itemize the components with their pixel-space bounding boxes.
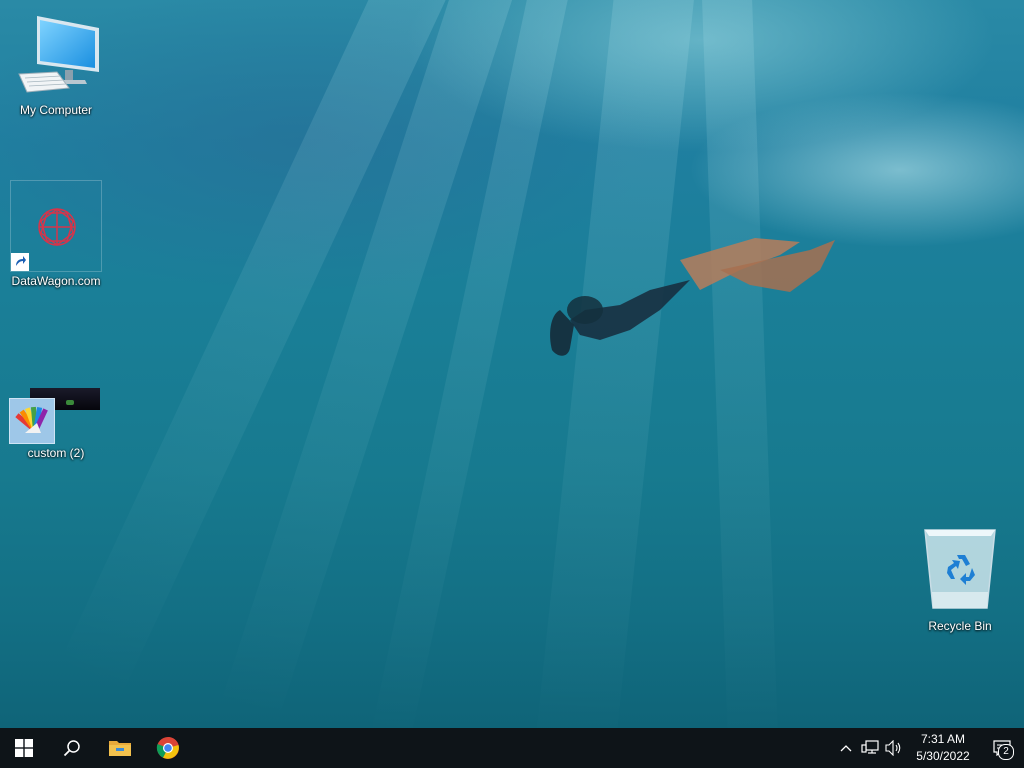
taskbar-file-explorer[interactable] (96, 728, 144, 768)
clock-date: 5/30/2022 (916, 749, 970, 763)
search-button[interactable] (48, 728, 96, 768)
network-button[interactable] (858, 728, 882, 768)
show-hidden-icons-button[interactable] (834, 728, 858, 768)
windows-start-icon (15, 739, 33, 757)
volume-button[interactable] (882, 728, 906, 768)
clock[interactable]: 7:31 AM 5/30/2022 (906, 731, 980, 765)
system-tray: 7:31 AM 5/30/2022 2 (834, 728, 1024, 768)
icon-selection-frame (10, 180, 102, 272)
chrome-icon (156, 737, 179, 759)
freediver-silhouette (550, 238, 835, 356)
shortcut-arrow-icon (11, 253, 29, 271)
desktop-icon-label: DataWagon.com (11, 274, 101, 288)
chevron-up-icon (840, 745, 852, 752)
file-explorer-icon (109, 741, 131, 756)
computer-icon (18, 16, 99, 93)
color-fan-image-icon (9, 398, 55, 444)
volume-icon (885, 740, 901, 756)
recycle-bin-icon (924, 529, 996, 609)
desktop-icon-label: Recycle Bin (928, 619, 992, 633)
desktop-icon-label: My Computer (19, 103, 93, 117)
desktop-icon-my-computer[interactable]: My Computer (10, 12, 102, 118)
datawagon-shortcut-icon (38, 208, 76, 246)
taskbar-chrome[interactable] (144, 728, 192, 768)
desktop[interactable]: My Computer DataWagon.com custom (2) Rec… (0, 0, 1024, 728)
action-center-button[interactable]: 2 (980, 728, 1024, 768)
network-icon (861, 740, 879, 754)
search-icon (63, 740, 80, 757)
clock-time: 7:31 AM (920, 732, 966, 746)
desktop-icon-recycle-bin[interactable]: Recycle Bin (914, 522, 1006, 634)
desktop-icon-datawagon[interactable]: DataWagon.com (10, 180, 102, 289)
desktop-icon-label: custom (2) (27, 446, 85, 460)
notification-count-badge: 2 (998, 744, 1014, 760)
taskbar: 7:31 AM 5/30/2022 2 (0, 728, 1024, 768)
start-button[interactable] (0, 728, 48, 768)
desktop-icon-custom-2[interactable]: custom (2) (9, 386, 102, 461)
